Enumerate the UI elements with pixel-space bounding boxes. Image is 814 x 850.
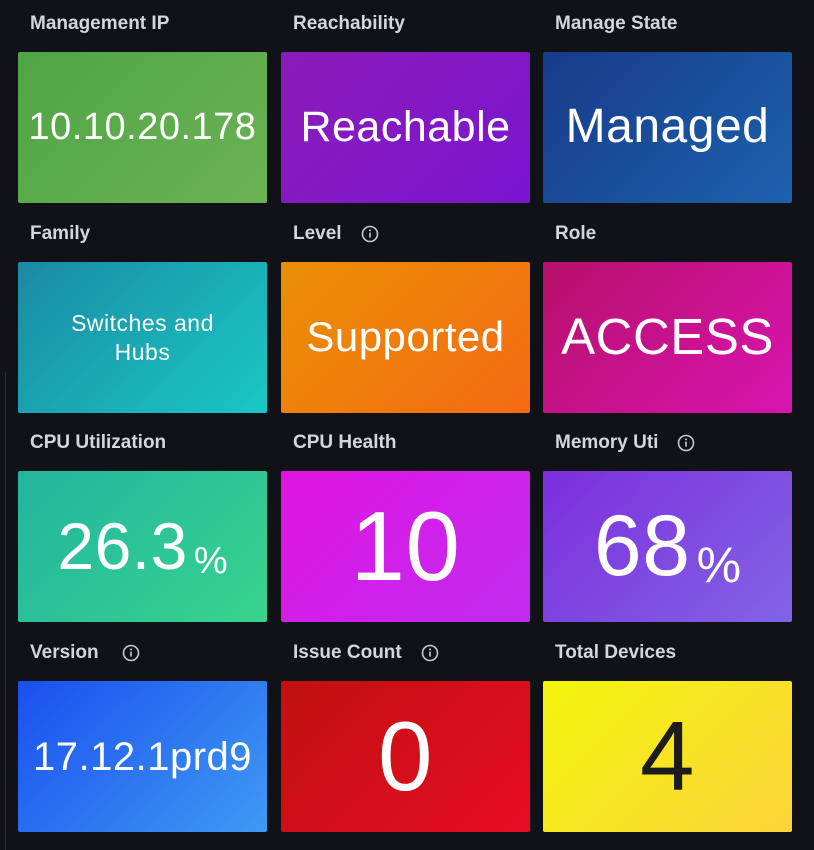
stat-tile: Switches and Hubs: [18, 262, 267, 413]
panel-memory-utilization[interactable]: Memory Uti 68 %: [543, 419, 793, 622]
stat-tile: 68 %: [543, 471, 792, 622]
stat-value: 0: [377, 700, 433, 811]
stat-tile: ACCESS: [543, 262, 792, 413]
stat-unit: %: [696, 536, 742, 593]
panel-title-text: Management IP: [30, 13, 170, 34]
stat-tile: Reachable: [281, 52, 530, 203]
stat-value: 68: [593, 498, 691, 595]
panel-title: Role: [555, 216, 596, 252]
stat-value: ACCESS: [561, 308, 774, 366]
panel-title: Total Devices: [555, 635, 676, 671]
info-circle-icon[interactable]: [420, 643, 440, 663]
stat-unit: %: [193, 539, 228, 582]
stat-value: Reachable: [300, 102, 511, 151]
stat-value: 26.3: [57, 509, 188, 584]
stat-value: 10.10.20.178: [28, 105, 257, 148]
stat-tile: Supported: [281, 262, 530, 413]
panel-total-devices[interactable]: Total Devices 4: [543, 629, 793, 832]
panel-title-text: Total Devices: [555, 642, 677, 663]
panel-family[interactable]: Family Switches and Hubs: [18, 210, 268, 413]
panel-title: Issue Count: [293, 635, 440, 671]
panel-cpu-utilization[interactable]: CPU Utilization 26.3 %: [18, 419, 268, 622]
stat-tile: 17.12.1prd9: [18, 681, 267, 832]
stat-value: 4: [639, 700, 695, 811]
panel-title-text: CPU Health: [293, 432, 397, 453]
panel-role[interactable]: Role ACCESS: [543, 210, 793, 413]
stat-value: 17.12.1prd9: [32, 734, 252, 779]
panel-title: CPU Utilization: [30, 425, 166, 461]
panel-management-ip[interactable]: Management IP 10.10.20.178: [18, 0, 268, 203]
panel-title: Memory Uti: [555, 425, 696, 461]
stat-value: Supported: [306, 313, 505, 361]
panel-title: Family: [30, 216, 90, 252]
panel-title-text: CPU Utilization: [30, 432, 167, 453]
info-circle-icon[interactable]: [121, 643, 141, 663]
stat-value: Managed: [565, 100, 770, 154]
panel-version[interactable]: Version 17.12.1prd9: [18, 629, 268, 832]
stat-tile: Managed: [543, 52, 792, 203]
left-panel-edge: [0, 372, 6, 850]
panel-title-text: Version: [30, 642, 99, 663]
stat-value: Switches and Hubs: [71, 309, 214, 365]
stat-tile: 4: [543, 681, 792, 832]
stat-tile: 10.10.20.178: [18, 52, 267, 203]
panel-reachability[interactable]: Reachability Reachable: [281, 0, 531, 203]
panel-title-text: Level: [293, 223, 342, 244]
stat-value: 10: [350, 490, 461, 601]
stat-tile: 10: [281, 471, 530, 622]
panel-title-text: Manage State: [555, 13, 678, 34]
panel-title: Version: [30, 635, 141, 671]
panel-level[interactable]: Level Supported: [281, 210, 531, 413]
panel-title-text: Role: [555, 223, 597, 244]
stat-tile: 26.3 %: [18, 471, 267, 622]
info-circle-icon[interactable]: [360, 224, 380, 244]
panel-title: Management IP: [30, 6, 169, 42]
dashboard-grid: Management IP 10.10.20.178 Reachability …: [0, 0, 814, 850]
panel-title: Manage State: [555, 6, 677, 42]
panel-manage-state[interactable]: Manage State Managed: [543, 0, 793, 203]
info-circle-icon[interactable]: [676, 433, 696, 453]
panel-title-text: Family: [30, 223, 91, 244]
panel-title: CPU Health: [293, 425, 396, 461]
panel-title-text: Memory Uti: [555, 432, 659, 453]
panel-title-text: Reachability: [293, 13, 405, 34]
panel-cpu-health[interactable]: CPU Health 10: [281, 419, 531, 622]
stat-tile: 0: [281, 681, 530, 832]
panel-title: Level: [293, 216, 380, 252]
panel-title: Reachability: [293, 6, 405, 42]
panel-title-text: Issue Count: [293, 642, 402, 663]
panel-issue-count[interactable]: Issue Count 0: [281, 629, 531, 832]
